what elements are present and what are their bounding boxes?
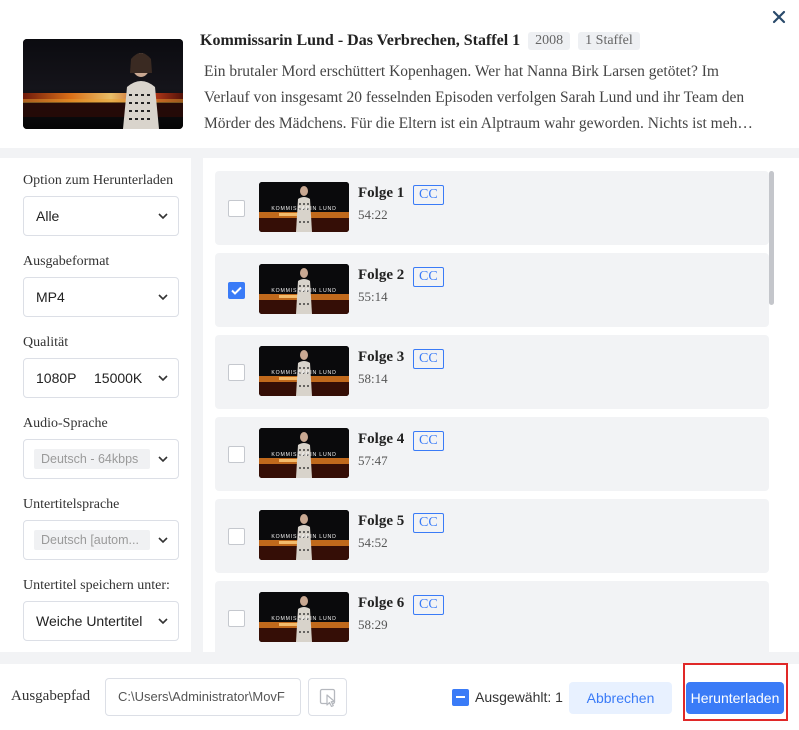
episode-duration: 54:52: [358, 535, 388, 550]
show-poster: [23, 39, 183, 129]
footer-bar: Ausgabepfad C:\Users\Administrator\MovF …: [0, 664, 799, 730]
output-format-select[interactable]: MP4: [23, 277, 179, 317]
episode-thumbnail: KOMMISSARIN LUND: [259, 510, 349, 560]
episode-duration: 55:14: [358, 289, 388, 304]
description-line: Ein brutaler Mord erschüttert Kopenhagen…: [204, 63, 719, 80]
chevron-down-icon: [158, 294, 168, 301]
episode-row[interactable]: KOMMISSARIN LUND Folge 5 CC 54:52: [215, 499, 769, 573]
episode-checkbox[interactable]: [228, 528, 245, 545]
show-header: Kommissarin Lund - Das Verbrechen, Staff…: [0, 0, 799, 148]
close-button[interactable]: [769, 7, 789, 27]
chevron-down-icon: [158, 537, 168, 544]
chevron-down-icon: [158, 618, 168, 625]
episode-checkbox[interactable]: [228, 200, 245, 217]
svg-text:KOMMISSARIN LUND: KOMMISSARIN LUND: [271, 534, 336, 540]
output-format-value: MP4: [36, 289, 65, 305]
audio-language-select[interactable]: Deutsch - 64kbps: [23, 439, 179, 479]
cc-badge: CC: [413, 185, 444, 205]
output-path-input[interactable]: C:\Users\Administrator\MovF: [105, 678, 301, 716]
select-all-checkbox[interactable]: [452, 689, 469, 706]
episode-title: Folge 3: [358, 349, 405, 365]
episode-thumbnail: KOMMISSARIN LUND: [259, 264, 349, 314]
episode-row[interactable]: KOMMISSARIN LUND Folge 1 CC 54:22: [215, 171, 769, 245]
cursor-select-icon: [319, 688, 336, 707]
quality-resolution: 1080P: [36, 370, 77, 386]
svg-text:KOMMISSARIN LUND: KOMMISSARIN LUND: [271, 288, 336, 294]
audio-language-label: Audio-Sprache: [23, 416, 108, 431]
subtitle-language-label: Untertitelsprache: [23, 497, 120, 512]
subtitle-save-select[interactable]: Weiche Untertitel: [23, 601, 179, 641]
download-option-label: Option zum Herunterladen: [23, 173, 174, 188]
episode-thumbnail: KOMMISSARIN LUND: [259, 592, 349, 642]
cc-badge: CC: [413, 431, 444, 451]
show-description: Ein brutaler Mord erschüttert Kopenhagen…: [204, 59, 776, 137]
year-badge: 2008: [528, 32, 571, 50]
episode-title: Folge 6: [358, 595, 405, 611]
chevron-down-icon: [158, 375, 168, 382]
description-line: Verlauf von insgesamt 20 fesselnden Epis…: [204, 89, 745, 106]
title-row: Kommissarin Lund - Das Verbrechen, Staff…: [200, 32, 640, 50]
chevron-down-icon: [158, 456, 168, 463]
subtitle-save-label: Untertitel speichern unter:: [23, 578, 170, 593]
quality-select[interactable]: 1080P 15000K: [23, 358, 179, 398]
download-option-value: Alle: [36, 208, 60, 224]
episode-thumbnail: KOMMISSARIN LUND: [259, 346, 349, 396]
download-option-select[interactable]: Alle: [23, 196, 179, 236]
svg-text:KOMMISSARIN LUND: KOMMISSARIN LUND: [271, 370, 336, 376]
episode-title: Folge 5: [358, 513, 405, 529]
episode-list[interactable]: KOMMISSARIN LUND Folge 1 CC 54:22 KOMMISSARI…: [203, 158, 799, 652]
audio-language-value: Deutsch - 64kbps: [34, 449, 150, 469]
quality-label: Qualität: [23, 335, 69, 350]
checkmark-icon: [231, 286, 242, 295]
season-badge: 1 Staffel: [578, 32, 640, 50]
description-line: Mörder des Mädchens. Für die Eltern ist …: [204, 115, 753, 132]
chevron-down-icon: [158, 213, 168, 220]
episode-duration: 57:47: [358, 453, 388, 468]
episode-duration: 58:14: [358, 371, 388, 386]
output-path-label: Ausgabepfad: [11, 688, 91, 704]
indeterminate-icon: [456, 696, 465, 698]
show-title: Kommissarin Lund - Das Verbrechen, Staff…: [200, 32, 521, 49]
episode-row[interactable]: KOMMISSARIN LUND Folge 4 CC 57:47: [215, 417, 769, 491]
cc-badge: CC: [413, 267, 444, 287]
episode-thumbnail: KOMMISSARIN LUND: [259, 428, 349, 478]
subtitle-language-select[interactable]: Deutsch [autom...: [23, 520, 179, 560]
episode-checkbox[interactable]: [228, 610, 245, 627]
episode-row[interactable]: KOMMISSARIN LUND Folge 6 CC 58:29: [215, 581, 769, 652]
episode-checkbox[interactable]: [228, 364, 245, 381]
selected-count: Ausgewählt: 1: [475, 689, 563, 705]
cancel-button[interactable]: Abbrechen: [569, 682, 672, 714]
cc-badge: CC: [413, 513, 444, 533]
episode-row[interactable]: KOMMISSARIN LUND Folge 2 CC 55:14: [215, 253, 769, 327]
browse-folder-button[interactable]: [308, 678, 347, 716]
svg-text:KOMMISSARIN LUND: KOMMISSARIN LUND: [271, 616, 336, 622]
subtitle-save-value: Weiche Untertitel: [36, 613, 143, 629]
subtitle-language-value: Deutsch [autom...: [34, 530, 150, 550]
scrollbar[interactable]: [769, 171, 774, 305]
episode-thumbnail: KOMMISSARIN LUND: [259, 182, 349, 232]
cc-badge: CC: [413, 595, 444, 615]
episode-checkbox[interactable]: [228, 282, 245, 299]
output-format-label: Ausgabeformat: [23, 254, 110, 269]
options-panel: Option zum Herunterladen Alle Ausgabefor…: [0, 158, 191, 652]
episode-title: Folge 1: [358, 185, 405, 201]
episode-title: Folge 4: [358, 431, 405, 447]
download-button[interactable]: Herunterladen: [686, 682, 784, 714]
episode-row[interactable]: KOMMISSARIN LUND Folge 3 CC 58:14: [215, 335, 769, 409]
episode-duration: 58:29: [358, 617, 388, 632]
cc-badge: CC: [413, 349, 444, 369]
quality-bitrate: 15000K: [94, 370, 143, 386]
episode-title: Folge 2: [358, 267, 405, 283]
close-icon: [772, 10, 786, 24]
svg-text:KOMMISSARIN LUND: KOMMISSARIN LUND: [271, 452, 336, 458]
episode-duration: 54:22: [358, 207, 388, 222]
svg-text:KOMMISSARIN LUND: KOMMISSARIN LUND: [271, 206, 336, 212]
episode-checkbox[interactable]: [228, 446, 245, 463]
